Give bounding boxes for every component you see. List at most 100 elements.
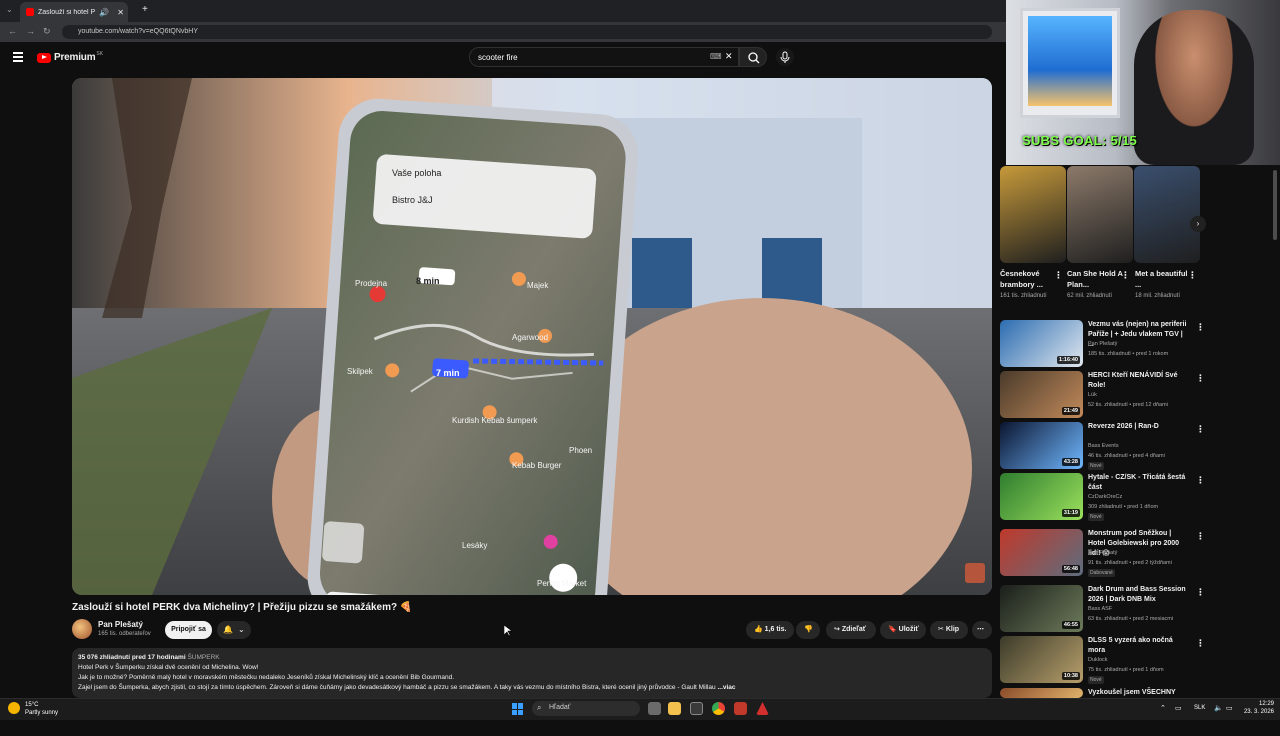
short-title[interactable]: Can She Hold A Plan...: [1067, 268, 1125, 290]
channel-name[interactable]: Bass ASF: [1088, 606, 1112, 612]
app-icon[interactable]: [734, 702, 747, 715]
video-player[interactable]: Vaše poloha Bistro J&J 8 min 7 min Majek…: [72, 78, 992, 595]
share-button[interactable]: ↪ Zdieľať: [826, 621, 876, 639]
video-title[interactable]: Vyzkoušel jsem VŠECHNY: [1088, 688, 1190, 698]
channel-name[interactable]: Pan Plešatý: [98, 620, 143, 629]
channel-name[interactable]: Pan Plešatý: [1088, 550, 1117, 556]
more-vertical-icon[interactable]: ⋮: [1054, 270, 1063, 281]
chrome-icon[interactable]: [712, 702, 725, 715]
short-title[interactable]: Met a beautiful ...: [1135, 268, 1193, 290]
more-vertical-icon[interactable]: ⋮: [1196, 638, 1205, 649]
video-thumbnail[interactable]: [1000, 688, 1083, 698]
recommendation-item[interactable]: Vyzkoušel jsem VŠECHNY: [1000, 688, 1200, 736]
more-vertical-icon[interactable]: ⋮: [1196, 424, 1205, 435]
more-vertical-icon[interactable]: ⋮: [1196, 322, 1205, 333]
video-thumbnail[interactable]: 56:48: [1000, 529, 1083, 576]
reload-icon[interactable]: ↻: [43, 26, 51, 37]
search-input[interactable]: scooter fire ⌨ ✕: [469, 47, 739, 67]
clip-button[interactable]: ✂ Klip: [930, 621, 968, 639]
recommendation-item[interactable]: 43:28 Reverze 2026 | Ran-D Bass Events 46 t…: [1000, 422, 1205, 470]
video-title[interactable]: HERCI Kteří NENÁVIDÍ Své Role!: [1088, 371, 1190, 391]
more-vertical-icon[interactable]: ⋮: [1188, 270, 1197, 281]
video-title[interactable]: Hytale - CZ/SK - Třicátá šestá část: [1088, 473, 1190, 493]
channel-name[interactable]: Pan Plešatý: [1088, 341, 1117, 347]
more-actions-button[interactable]: ⋯: [972, 621, 992, 639]
description-line: Zajel jsem do Šumperka, abych zjistil, c…: [78, 684, 716, 691]
recommendation-item[interactable]: 46:55 Dark Drum and Bass Session 2026 | D…: [1000, 585, 1205, 633]
video-duration: 46:55: [1061, 621, 1080, 629]
keyboard-icon[interactable]: ⌨: [710, 52, 722, 61]
store-icon[interactable]: [690, 702, 703, 715]
share-icon: ↪: [834, 626, 840, 633]
url-field[interactable]: youtube.com/watch?v=eQQ6tQNvbHY: [62, 25, 992, 39]
video-thumbnail[interactable]: 31:19: [1000, 473, 1083, 520]
recommendation-item[interactable]: 10:38 DLSS 5 vyzerá ako nočná mora Duklock…: [1000, 636, 1205, 684]
short-views: 161 tis. zhliadnutí: [1000, 293, 1047, 299]
channel-watermark[interactable]: [965, 563, 985, 583]
browser-tab[interactable]: Zaslouží si hotel PERK dva Micheli 🔊 ✕: [20, 2, 128, 22]
save-button[interactable]: 🔖 Uložiť: [880, 621, 926, 639]
recommendation-item[interactable]: 56:48 Monstrum pod Sněžkou | Hotel Golebi…: [1000, 529, 1205, 577]
back-icon[interactable]: ←: [8, 26, 17, 36]
more-vertical-icon[interactable]: ⋮: [1196, 373, 1205, 384]
tab-close-icon[interactable]: ✕: [117, 8, 124, 17]
description-box[interactable]: 35 076 zhliadnutí pred 17 hodinami ŠUMPE…: [72, 648, 992, 698]
channel-name[interactable]: Bass Events: [1088, 443, 1119, 449]
description-tag[interactable]: ŠUMPERK: [187, 654, 219, 661]
video-thumbnail[interactable]: 10:38: [1000, 636, 1083, 683]
recommendation-item[interactable]: 1:16:40 Vezmu vás (nejen) na periferii Pa…: [1000, 320, 1205, 368]
dislike-button[interactable]: 👎: [796, 621, 820, 639]
windows-start-icon[interactable]: [512, 703, 524, 715]
more-vertical-icon[interactable]: ⋮: [1196, 587, 1205, 598]
forward-icon[interactable]: →: [26, 26, 35, 36]
new-tab-icon[interactable]: +: [142, 4, 148, 15]
speaker-icon[interactable]: 🔈: [1214, 704, 1223, 712]
join-button[interactable]: Pripojiť sa: [165, 621, 212, 639]
streamer: [1134, 10, 1254, 165]
file-explorer-icon[interactable]: [668, 702, 681, 715]
video-thumbnail[interactable]: 43:28: [1000, 422, 1083, 469]
video-views: 185 tis. zhliadnutí • pred 1 rokom: [1088, 351, 1169, 357]
channel-name[interactable]: Lük: [1088, 392, 1097, 398]
more-vertical-icon[interactable]: ⋮: [1121, 270, 1130, 281]
channel-name[interactable]: Duklock: [1088, 657, 1108, 663]
channel-avatar[interactable]: [72, 619, 92, 639]
video-views: 91 tis. zhliadnutí • pred 2 týždňami: [1088, 560, 1172, 566]
video-title[interactable]: Dark Drum and Bass Session 2026 | Dark D…: [1088, 585, 1190, 605]
voice-search-button[interactable]: [776, 48, 794, 66]
clear-search-icon[interactable]: ✕: [725, 51, 733, 62]
scrollbar[interactable]: [1273, 170, 1277, 240]
more-vertical-icon[interactable]: ⋮: [1196, 531, 1205, 542]
video-title[interactable]: DLSS 5 vyzerá ako nočná mora: [1088, 636, 1190, 656]
task-view-icon[interactable]: [648, 702, 661, 715]
recommendation-item[interactable]: 31:19 Hytale - CZ/SK - Třicátá šestá část…: [1000, 473, 1205, 521]
short-title[interactable]: Česnekové brambory ...: [1000, 268, 1058, 290]
phone-label: Majek: [527, 281, 549, 290]
battery-icon[interactable]: ▭: [1226, 704, 1233, 712]
youtube-premium-logo[interactable]: Premium SK: [37, 51, 103, 63]
taskbar-search-input[interactable]: ⌕ Hľadať: [532, 701, 640, 716]
phone-label: Kurdish Kebab šumperk: [452, 416, 538, 425]
short-thumbnail[interactable]: [1134, 166, 1200, 263]
taskbar-clock[interactable]: 12:29 23. 3. 2026: [1238, 700, 1274, 716]
phone-label: 7 min: [436, 368, 460, 378]
tab-list-icon[interactable]: ⌄: [6, 5, 13, 14]
description-line: Jak je to možné? Poměrně malý hotel v mo…: [78, 674, 455, 681]
video-title[interactable]: Reverze 2026 | Ran-D: [1088, 422, 1190, 432]
show-more-link[interactable]: ...viac: [717, 684, 735, 691]
thumbs-up-icon: 👍: [754, 626, 763, 633]
video-thumbnail[interactable]: 21:49: [1000, 371, 1083, 418]
chevron-right-icon[interactable]: ›: [1190, 216, 1206, 232]
video-thumbnail[interactable]: 46:55: [1000, 585, 1083, 632]
channel-name[interactable]: CzDarkOreCz: [1088, 494, 1122, 500]
short-views: 18 mil. zhliadnutí: [1135, 293, 1181, 299]
search-button[interactable]: [739, 47, 767, 67]
short-thumbnail[interactable]: [1000, 166, 1066, 263]
video-thumbnail[interactable]: 1:16:40: [1000, 320, 1083, 367]
short-thumbnail[interactable]: [1067, 166, 1133, 263]
notification-bell-button[interactable]: 🔔 ⌄: [217, 621, 251, 639]
recommendation-item[interactable]: 21:49 HERCI Kteří NENÁVIDÍ Své Role! Lük 52…: [1000, 371, 1205, 419]
more-vertical-icon[interactable]: ⋮: [1196, 475, 1205, 486]
hamburger-menu-icon[interactable]: [13, 52, 23, 62]
like-button[interactable]: 👍 1,6 tis.: [746, 621, 794, 639]
